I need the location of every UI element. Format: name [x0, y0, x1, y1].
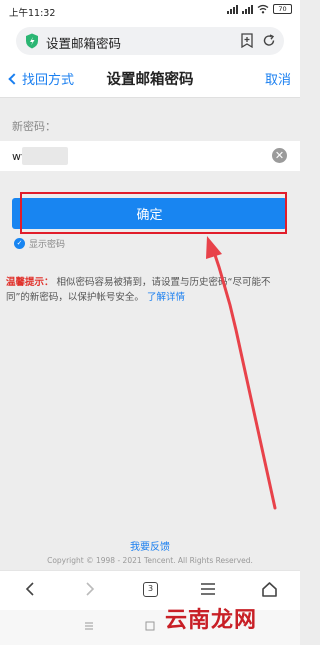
menu-icon[interactable]: [200, 581, 216, 597]
forward-arrow-icon[interactable]: [84, 581, 96, 597]
home-icon[interactable]: [261, 581, 278, 598]
home-square-icon[interactable]: [145, 621, 155, 631]
copyright-text: Copyright © 1998 - 2021 Tencent. All Rig…: [47, 556, 253, 565]
recent-apps-icon[interactable]: [84, 621, 94, 631]
feedback-link[interactable]: 我要反馈: [0, 538, 300, 553]
watermark-logo: 云南龙网: [165, 608, 258, 633]
tabs-button[interactable]: 3: [143, 582, 158, 597]
back-arrow-icon[interactable]: [24, 581, 36, 597]
